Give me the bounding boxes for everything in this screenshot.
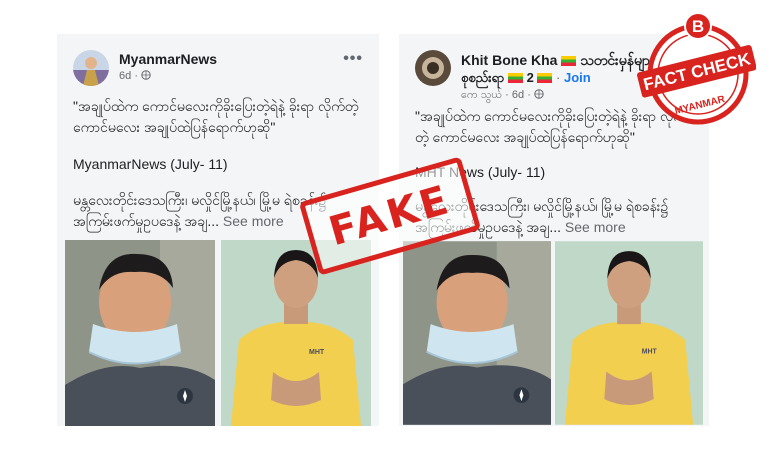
photo-man[interactable]: [403, 240, 551, 426]
see-more-link[interactable]: See more: [565, 219, 626, 235]
fact-check-badge: B FACT CHECK MYANMAR: [636, 8, 757, 130]
separator-dot: ·: [134, 70, 138, 82]
group-count: 2: [526, 70, 534, 85]
myanmar-flag-icon: [507, 73, 523, 83]
more-options-button[interactable]: •••: [343, 50, 363, 68]
photo-man[interactable]: [65, 240, 215, 426]
separator-dot: ·: [505, 89, 509, 101]
separator-dot: ·: [556, 70, 561, 85]
badge-logo-letter: B: [692, 17, 704, 36]
page-name[interactable]: Khit Bone Kha: [461, 52, 557, 68]
globe-icon: [534, 89, 544, 101]
page-avatar[interactable]: [73, 50, 109, 86]
post-header: MyanmarNews 6d · •••: [73, 48, 367, 88]
post-author[interactable]: ကေ သွယ်: [461, 89, 502, 101]
myanmar-flag-icon: [537, 73, 553, 83]
shirt-logo-text: MHT: [642, 349, 658, 356]
post-quote: "အချုပ်ထဲက ကောင်မလေးကိုခိုးပြေးတဲ့ရဲနဲ့ …: [73, 98, 359, 135]
group-avatar[interactable]: [415, 50, 451, 86]
myanmar-flag-icon: [561, 56, 577, 66]
post-meta: ကေ သွယ် · 6d ·: [461, 88, 544, 104]
group-line2: စုစည်းရာ 2 · Join: [461, 70, 591, 89]
post-excerpt-text: မန္တလေးတိုင်းဒေသကြီး၊ မလှိုင်မြို့နယ်၊ မ…: [73, 192, 327, 229]
see-more-link[interactable]: See more: [223, 213, 284, 229]
post-time[interactable]: 6d: [119, 70, 131, 82]
separator-dot: ·: [527, 89, 531, 101]
group-title: Khit Bone Kha သတင်းမှန်များ: [461, 51, 654, 72]
photo-woman[interactable]: MHT: [555, 240, 703, 426]
globe-icon: [141, 70, 151, 82]
photo-woman[interactable]: MHT: [221, 240, 371, 426]
group-name-line2: စုစည်းရာ: [461, 70, 505, 85]
shirt-logo-text: MHT: [309, 349, 325, 356]
post-meta: 6d ·: [119, 70, 151, 82]
page-name[interactable]: MyanmarNews: [119, 51, 217, 67]
post-time[interactable]: 6d: [512, 89, 524, 101]
join-button[interactable]: Join: [564, 70, 591, 85]
post-source: MyanmarNews (July- 11): [73, 156, 228, 172]
fact-check-collage: MyanmarNews 6d · ••• "အချုပ်ထဲက ကောင်မလေ…: [0, 0, 770, 462]
